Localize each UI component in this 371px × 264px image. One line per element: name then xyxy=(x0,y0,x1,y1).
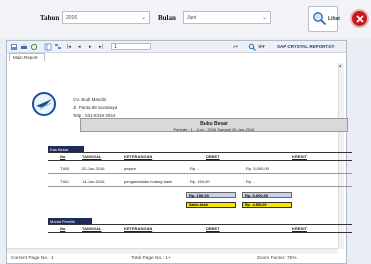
col-header-desc: KETERANGAN xyxy=(124,226,153,231)
row2-kredit: Rp. - xyxy=(246,179,255,184)
divider xyxy=(48,186,352,187)
next-page-icon[interactable]: ▸ xyxy=(89,44,92,50)
col-header-date: TANGGAL xyxy=(82,226,102,231)
year-value: 2016 xyxy=(66,15,78,21)
divider xyxy=(48,232,352,233)
row2-date: 14-Jun-2016 xyxy=(82,179,105,184)
zoom-status: Zoom Factor: 75% xyxy=(257,256,297,261)
row1-no: T460 xyxy=(60,166,70,171)
viewer-toolbar: |◂ ◂ ▸ ▸| 1 ⌕▾ ⊕▾ SAP CRYSTAL REPORTS® xyxy=(7,41,346,53)
col-header-debet: DEBET xyxy=(206,154,220,159)
divider xyxy=(48,173,352,174)
year-select[interactable]: 2016 ⌄ xyxy=(62,11,150,24)
saldo-label: Saldo Akhir xyxy=(186,202,236,208)
view-button-label: Lihat xyxy=(328,16,340,22)
col-header-no: No xyxy=(60,226,66,231)
first-page-icon[interactable]: |◂ xyxy=(67,44,71,50)
find-icon[interactable] xyxy=(248,43,256,51)
company-address: Jl. Panta 88 Surabaya xyxy=(73,105,118,110)
refresh-icon[interactable] xyxy=(30,43,38,51)
month-select[interactable]: Juni ⌄ xyxy=(183,11,271,24)
col-header-desc: KETERANGAN xyxy=(124,154,153,159)
last-page-icon[interactable]: ▸| xyxy=(99,44,103,50)
month-label: Bulan xyxy=(158,14,176,22)
export-icon[interactable] xyxy=(10,43,18,51)
zoom-icon[interactable]: ⊕▾ xyxy=(258,44,265,50)
close-icon xyxy=(356,15,364,23)
row1-date: 02-Jun-2016 xyxy=(82,166,105,171)
close-button[interactable] xyxy=(350,9,369,28)
toggle-tree-icon[interactable] xyxy=(44,43,52,51)
tab-main-report[interactable]: Main Report xyxy=(9,53,45,61)
vertical-scrollbar[interactable]: ▴ xyxy=(338,63,344,249)
row2-no: T461 xyxy=(60,179,70,184)
total-kredit: Rp. 5.000,00 xyxy=(242,192,292,198)
row2-desc: pengambalian hutang bank xyxy=(124,179,173,184)
divider xyxy=(48,152,352,153)
chevron-down-icon: ⌄ xyxy=(140,15,146,21)
page-number-input[interactable]: 1 xyxy=(111,43,151,50)
saldo-value: Rp. -4.850,00 xyxy=(242,202,292,208)
view-button[interactable]: Lihat xyxy=(308,6,340,32)
col-header-kredit: KREDIT xyxy=(292,226,307,231)
current-page-status: Current Page No.: 1 xyxy=(11,256,54,261)
print-icon[interactable] xyxy=(20,43,28,51)
group-tree-icon[interactable] xyxy=(54,43,62,51)
scroll-up-icon[interactable]: ▴ xyxy=(339,63,342,69)
total-page-status: Total Page No.: 1+ xyxy=(131,256,171,261)
month-value: Juni xyxy=(187,15,197,21)
row1-debet: Rp. - xyxy=(190,166,199,171)
sap-crystal-label: SAP CRYSTAL REPORTS® xyxy=(277,44,335,49)
col-header-kredit: KREDIT xyxy=(292,154,307,159)
col-header-debet: DEBET xyxy=(206,226,220,231)
company-logo xyxy=(32,92,56,116)
year-label: Tahun xyxy=(40,14,60,22)
col-header-no: No xyxy=(60,154,66,159)
total-debet: Rp. 150,00 xyxy=(186,192,236,198)
search-text-icon[interactable]: ⌕▾ xyxy=(233,44,238,50)
status-bar: Current Page No.: 1 Total Page No.: 1+ Z… xyxy=(7,254,346,263)
row1-desc: pinjam xyxy=(124,166,136,171)
report-title-box: Buku Besar Periode : 1 - Juni - 2016 Sam… xyxy=(80,118,348,132)
company-name: CV. Budi Mandiri xyxy=(73,97,107,102)
col-header-date: TANGGAL xyxy=(82,154,102,159)
row2-debet: Rp. 150,00 xyxy=(190,179,210,184)
chevron-down-icon: ⌄ xyxy=(261,15,267,21)
report-period: Periode : 1 - Juni - 2016 Sampai 30-Jun-… xyxy=(173,127,255,132)
magnifier-icon xyxy=(313,12,327,26)
divider xyxy=(48,224,352,225)
filter-bar: Tahun 2016 ⌄ Bulan Juni ⌄ Lihat xyxy=(0,0,371,38)
row1-kredit: Rp. 5.000,00 xyxy=(246,166,269,171)
prev-page-icon[interactable]: ◂ xyxy=(78,44,81,50)
divider xyxy=(48,160,352,161)
